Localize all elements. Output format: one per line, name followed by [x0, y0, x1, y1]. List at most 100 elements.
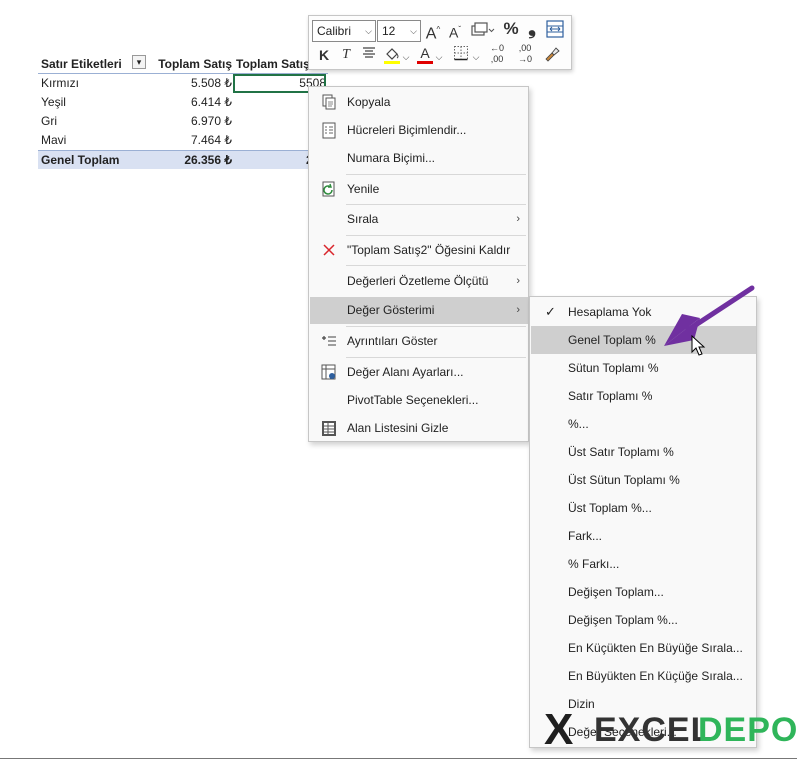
remove-icon [320, 242, 338, 259]
percent-style-button[interactable]: % [501, 19, 521, 39]
submenu-item-running-total-percent[interactable]: Değişen Toplam %... [531, 606, 756, 634]
menu-item-sort[interactable]: Sırala › [310, 206, 528, 233]
value-header-1[interactable]: Toplam Satış [150, 55, 232, 74]
menu-item-label: Alan Listesini Gizle [347, 421, 449, 435]
menu-item-remove-field[interactable]: "Toplam Satış2" Öğesini Kaldır [310, 237, 528, 264]
decimal-less-label: ,00 [518, 43, 532, 53]
table-row[interactable]: Mavi 7.464 ₺ 74 [38, 131, 328, 150]
submenu-item-parent-column-total[interactable]: Üst Sütun Toplamı % [531, 466, 756, 494]
borders-icon [454, 46, 468, 61]
row-labels-header[interactable]: Satır Etiketleri [41, 55, 122, 74]
logo-mark: X [544, 705, 574, 754]
chevron-down-icon: ⌵ [410, 26, 417, 36]
bottom-divider [0, 758, 797, 759]
row-label: Gri [41, 114, 57, 128]
row-value-1: 6.414 ₺ [191, 95, 232, 109]
pivot-header-row: Satır Etiketleri ▾ Toplam Satış Toplam S… [38, 55, 328, 74]
menu-item-refresh[interactable]: Yenile [310, 176, 528, 203]
submenu-item-rank-smallest-to-largest[interactable]: En Küçükten En Büyüğe Sırala... [531, 634, 756, 662]
align-center-button[interactable] [359, 45, 379, 66]
grand-total-label: Genel Toplam [41, 153, 120, 167]
submenu-arrow-icon: › [516, 213, 520, 225]
accounting-format-button[interactable] [467, 20, 497, 45]
submenu-item-rank-largest-to-smallest[interactable]: En Büyükten En Küçüğe Sırala... [531, 662, 756, 690]
menu-item-summarize-values-by[interactable]: Değerleri Özetleme Ölçütü › [310, 268, 528, 295]
italic-button[interactable]: T [337, 45, 355, 65]
grand-total-value-1: 26.356 ₺ [184, 153, 232, 167]
font-size-dropdown[interactable]: 12 ⌵ [377, 20, 421, 42]
menu-item-copy[interactable]: Kopyala [310, 89, 528, 116]
submenu-item-parent-row-total[interactable]: Üst Satır Toplamı % [531, 438, 756, 466]
refresh-icon [320, 181, 338, 198]
copy-icon [320, 94, 338, 111]
submenu-item-label: En Büyükten En Küçüğe Sırala... [568, 669, 743, 683]
font-color-button[interactable]: A [415, 45, 435, 64]
grow-font-button[interactable]: A^ [424, 20, 442, 44]
menu-item-number-format[interactable]: Numara Biçimi... [310, 145, 528, 172]
logo-text-excel: EXCEL [594, 711, 713, 749]
menu-item-label: "Toplam Satış2" Öğesini Kaldır [347, 243, 511, 257]
field-settings-icon [320, 364, 338, 381]
menu-divider [346, 174, 526, 175]
submenu-item-label: Değişen Toplam... [568, 585, 664, 599]
menu-item-label: Değer Alanı Ayarları... [347, 365, 464, 379]
menu-item-label: Numara Biçimi... [347, 151, 436, 165]
menu-item-pivottable-options[interactable]: PivotTable Seçenekleri... [310, 387, 528, 414]
chevron-down-icon[interactable]: ⌵ [434, 47, 444, 67]
menu-item-hide-field-list[interactable]: Alan Listesini Gizle [310, 415, 528, 442]
menu-item-value-field-settings[interactable]: Değer Alanı Ayarları... [310, 359, 528, 386]
increase-decimal-button[interactable]: ←0 ,00 [484, 43, 510, 65]
show-values-as-submenu: ✓ Hesaplama Yok Genel Toplam % Sütun Top… [529, 296, 757, 748]
chevron-down-icon: ⌵ [365, 26, 372, 36]
submenu-item-label: Fark... [568, 529, 603, 543]
submenu-item-difference-from[interactable]: Fark... [531, 522, 756, 550]
sort-filter-icon[interactable]: ▾ [132, 55, 146, 69]
submenu-item-percent-difference[interactable]: % Farkı... [531, 550, 756, 578]
menu-divider [346, 265, 526, 266]
merge-center-button[interactable] [545, 20, 565, 43]
format-painter-button[interactable] [541, 45, 563, 68]
submenu-item-label: En Küçükten En Büyüğe Sırala... [568, 641, 743, 655]
submenu-item-grand-total-percent[interactable]: Genel Toplam % [531, 326, 756, 354]
menu-item-show-values-as[interactable]: Değer Gösterimi › [310, 297, 528, 324]
row-label: Yeşil [41, 95, 66, 109]
bold-button[interactable]: K [315, 45, 333, 65]
logo-text-depo: DEPO [698, 711, 797, 749]
font-color-icon: A [420, 45, 430, 61]
submenu-arrow-icon: › [516, 304, 520, 316]
submenu-arrow-icon: › [516, 275, 520, 287]
submenu-item-no-calculation[interactable]: ✓ Hesaplama Yok [531, 298, 756, 326]
menu-item-label: Değerleri Özetleme Ölçütü [347, 274, 489, 288]
grand-total-row[interactable]: Genel Toplam 26.356 ₺ 263 [38, 150, 328, 169]
shrink-font-button[interactable]: Aˇ [446, 20, 464, 43]
table-row[interactable]: Yeşil 6.414 ₺ 64 [38, 93, 328, 112]
submenu-item-label: Değişen Toplam %... [568, 613, 678, 627]
submenu-item-parent-total[interactable]: Üst Toplam %... [531, 494, 756, 522]
borders-button[interactable] [451, 45, 471, 66]
submenu-item-row-total-percent[interactable]: Satır Toplamı % [531, 382, 756, 410]
menu-divider [346, 326, 526, 327]
menu-item-label: Ayrıntıları Göster [347, 334, 438, 348]
row-label: Kırmızı [41, 76, 79, 90]
paint-bucket-icon [384, 48, 400, 64]
submenu-item-percent-of[interactable]: %... [531, 410, 756, 438]
menu-item-format-cells[interactable]: Hücreleri Biçimlendir... [310, 117, 528, 144]
fill-color-button[interactable] [382, 45, 402, 70]
decrease-decimal-button[interactable]: ,00 →0 [512, 43, 538, 65]
table-row[interactable]: Gri 6.970 ₺ 69 [38, 112, 328, 131]
shrink-font-icon: A [448, 24, 459, 41]
excel-depo-logo: X EXCEL DEPO [544, 705, 797, 754]
chevron-down-icon[interactable]: ⌵ [401, 47, 411, 67]
row-value-1: 5.508 ₺ [191, 76, 232, 90]
submenu-item-column-total-percent[interactable]: Sütun Toplamı % [531, 354, 756, 382]
comma-style-button[interactable]: ❟ [525, 18, 539, 38]
increase-decimal-icon: ←0 [489, 43, 504, 53]
chevron-down-icon[interactable]: ⌵ [471, 47, 481, 67]
merge-center-icon [546, 20, 564, 38]
format-cells-icon [320, 122, 338, 139]
menu-divider [346, 204, 526, 205]
submenu-item-label: Üst Toplam %... [568, 501, 652, 515]
menu-item-show-details[interactable]: Ayrıntıları Göster [310, 328, 528, 355]
font-name-dropdown[interactable]: Calibri ⌵ [312, 20, 376, 42]
submenu-item-running-total[interactable]: Değişen Toplam... [531, 578, 756, 606]
